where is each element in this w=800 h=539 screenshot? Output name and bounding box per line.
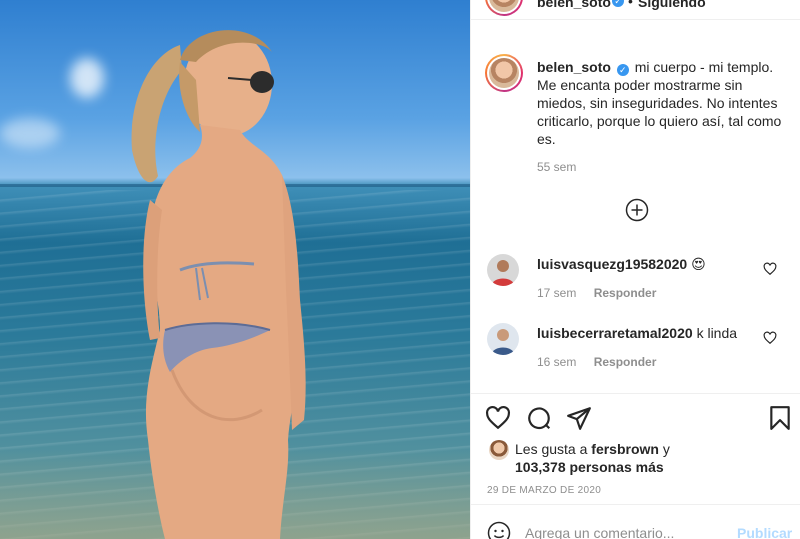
- publish-button[interactable]: Publicar: [737, 525, 792, 539]
- liker-avatar[interactable]: [489, 440, 509, 460]
- emoji-icon[interactable]: [487, 521, 511, 539]
- caption-timestamp[interactable]: 55 sem: [537, 160, 576, 174]
- comment-text: 😍: [691, 256, 706, 272]
- post-photo[interactable]: [0, 0, 470, 539]
- comment-like-heart-icon[interactable]: [763, 331, 777, 345]
- liker-username[interactable]: fersbrown: [591, 441, 659, 457]
- share-icon[interactable]: [566, 405, 592, 431]
- add-comment-bar: Publicar: [471, 504, 800, 539]
- comment-text-line: luisvasquezg19582020 😍: [537, 256, 706, 273]
- woman-figure: [131, 30, 306, 539]
- likes-conjunction: y: [662, 441, 670, 457]
- likes-suffix[interactable]: personas más: [570, 459, 664, 475]
- commenter-avatar[interactable]: [487, 254, 519, 286]
- comment-input[interactable]: [525, 525, 725, 539]
- comment-username[interactable]: luisvasquezg19582020: [537, 256, 687, 272]
- author-avatar[interactable]: [485, 0, 523, 16]
- likes-count[interactable]: 103,378: [515, 459, 566, 475]
- caption-body: belen_soto ✓ mi cuerpo - mi templo. Me e…: [537, 58, 793, 148]
- more-comments-plus-icon[interactable]: [625, 198, 649, 222]
- reply-button[interactable]: Responder: [594, 286, 657, 300]
- comment-text-line: luisbecerraretamal2020 k linda: [537, 325, 737, 341]
- comment-username[interactable]: luisbecerraretamal2020: [537, 325, 693, 341]
- reply-button[interactable]: Responder: [594, 355, 657, 369]
- comment-text: k linda: [696, 325, 738, 341]
- comment-timestamp[interactable]: 17 sem: [537, 286, 576, 300]
- post-header: belen_soto ✓ • Siguiendo: [471, 0, 800, 20]
- post-details-panel: belen_soto ✓ • Siguiendo belen_soto ✓ mi…: [470, 0, 800, 539]
- likes-prefix: Les gusta a: [515, 441, 588, 457]
- comment-meta: 16 sem Responder: [537, 355, 656, 369]
- caption-avatar[interactable]: [485, 54, 523, 92]
- commenter-avatar[interactable]: [487, 323, 519, 355]
- comment-icon[interactable]: [526, 405, 552, 431]
- verified-badge-icon: ✓: [616, 64, 629, 76]
- verified-badge-icon: ✓: [612, 0, 624, 7]
- caption-username[interactable]: belen_soto: [537, 59, 611, 75]
- save-bookmark-icon[interactable]: [767, 405, 793, 431]
- likes-text: Les gusta a fersbrown y 103,378 personas…: [515, 440, 685, 476]
- comment-timestamp[interactable]: 16 sem: [537, 355, 576, 369]
- author-username[interactable]: belen_soto: [537, 0, 611, 10]
- comment-like-heart-icon[interactable]: [763, 262, 777, 276]
- like-heart-icon[interactable]: [485, 405, 511, 431]
- comment-meta: 17 sem Responder: [537, 286, 656, 300]
- post-date[interactable]: 29 DE MARZO DE 2020: [487, 485, 601, 496]
- header-separator: •: [628, 0, 633, 9]
- following-button[interactable]: Siguiendo: [638, 0, 706, 10]
